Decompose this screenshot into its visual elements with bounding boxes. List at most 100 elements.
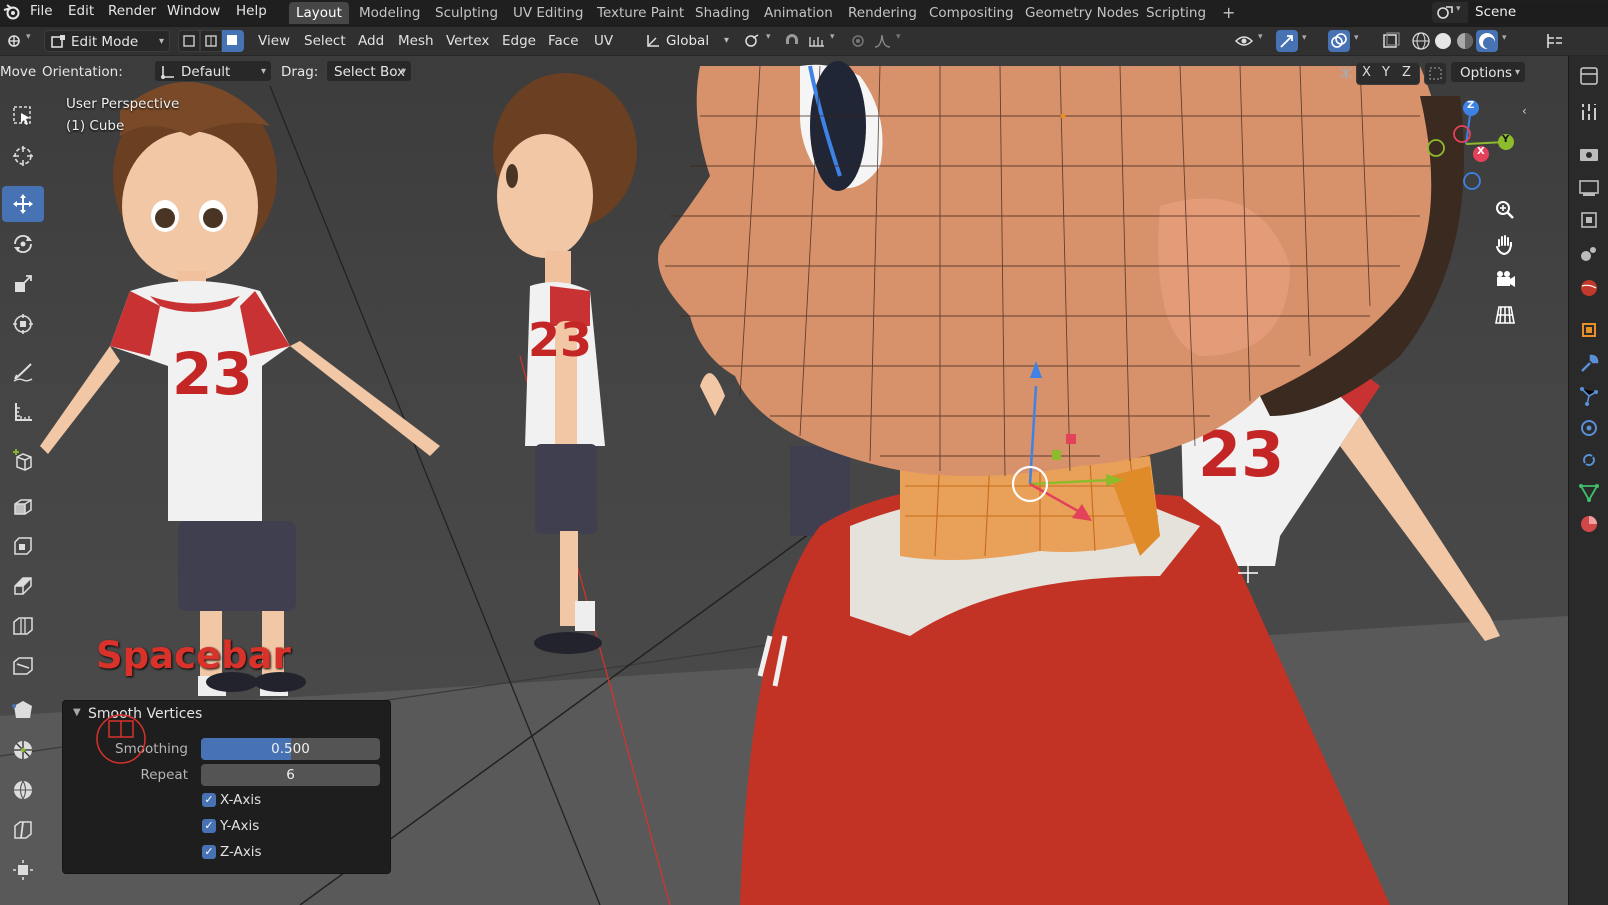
- transform-orientation-dropdown[interactable]: Global ▾: [640, 30, 734, 52]
- tool-knife[interactable]: [2, 648, 44, 684]
- menu-face[interactable]: Face: [548, 31, 579, 52]
- xray-toggle[interactable]: [1380, 30, 1402, 52]
- z-axis-checkbox[interactable]: ✓: [202, 845, 216, 859]
- tab-uv-editing[interactable]: UV Editing: [506, 2, 590, 24]
- vertex-select-mode-button[interactable]: [178, 30, 200, 52]
- repeat-field[interactable]: 6: [201, 764, 380, 786]
- menu-edge[interactable]: Edge: [502, 31, 536, 52]
- shading-rendered-button[interactable]: [1476, 30, 1498, 52]
- orientation-dropdown[interactable]: Default ▾: [154, 60, 272, 82]
- material-icon[interactable]: [1577, 512, 1601, 536]
- tool-cursor[interactable]: [2, 138, 44, 174]
- gizmo-toggle[interactable]: [1276, 30, 1298, 52]
- sidebar-expand-icon[interactable]: ‹: [1522, 104, 1527, 118]
- tool-scale[interactable]: [2, 266, 44, 302]
- zoom-button[interactable]: [1493, 198, 1517, 222]
- collapse-triangle-icon[interactable]: ▼: [73, 707, 81, 718]
- world-properties-icon[interactable]: [1577, 276, 1601, 300]
- view-layer-icon[interactable]: [1577, 208, 1601, 232]
- mirror-z-toggle[interactable]: Z: [1402, 65, 1411, 80]
- tool-transform[interactable]: [2, 306, 44, 342]
- tool-extrude[interactable]: [2, 488, 44, 524]
- topology-mirror-toggle[interactable]: [1424, 62, 1447, 85]
- tool-shrink-fatten[interactable]: [2, 852, 44, 888]
- mirror-butterfly-icon[interactable]: [1336, 63, 1356, 83]
- shading-wireframe-button[interactable]: [1410, 30, 1432, 52]
- x-axis-checkbox[interactable]: ✓: [202, 793, 216, 807]
- tool-loop-cut[interactable]: [2, 608, 44, 644]
- tool-inset[interactable]: [2, 528, 44, 564]
- editor-type-button[interactable]: ▾: [4, 30, 36, 52]
- tool-move[interactable]: [2, 186, 44, 222]
- tool-smooth[interactable]: [2, 772, 44, 808]
- camera-view-button[interactable]: [1493, 268, 1517, 292]
- mirror-y-toggle[interactable]: Y: [1382, 65, 1390, 80]
- mirror-x-toggle[interactable]: X: [1362, 65, 1371, 80]
- tab-scripting[interactable]: Scripting: [1139, 2, 1213, 24]
- menu-add[interactable]: Add: [358, 31, 384, 52]
- tool-properties-icon[interactable]: [1577, 64, 1601, 88]
- object-properties-icon[interactable]: [1577, 318, 1601, 342]
- physics-icon[interactable]: [1577, 416, 1601, 440]
- overlays-toggle[interactable]: [1328, 30, 1350, 52]
- visibility-dropdown[interactable]: ▾: [1232, 30, 1268, 52]
- tab-layout[interactable]: Layout: [289, 2, 349, 24]
- tool-wrench-icon[interactable]: [1577, 100, 1601, 124]
- tool-poly-build[interactable]: [2, 692, 44, 728]
- proportional-falloff-dropdown[interactable]: ▾: [872, 30, 906, 52]
- tool-measure[interactable]: [2, 394, 44, 430]
- add-workspace-button[interactable]: +: [1215, 2, 1242, 24]
- tool-select-box[interactable]: [2, 98, 44, 134]
- menu-file[interactable]: File: [30, 0, 53, 25]
- scene-properties-icon[interactable]: [1577, 242, 1601, 266]
- perspective-toggle-button[interactable]: [1493, 303, 1517, 327]
- tab-animation[interactable]: Animation: [757, 2, 840, 24]
- pan-button[interactable]: [1493, 233, 1517, 257]
- outliner-toggle[interactable]: [1544, 30, 1566, 52]
- scene-name-field[interactable]: Scene: [1469, 2, 1608, 23]
- menu-vertex[interactable]: Vertex: [446, 31, 489, 52]
- tab-modeling[interactable]: Modeling: [352, 2, 427, 24]
- tool-annotate[interactable]: [2, 354, 44, 390]
- face-select-mode-button[interactable]: [222, 30, 244, 52]
- tool-bevel[interactable]: [2, 568, 44, 604]
- snap-toggle[interactable]: [782, 30, 804, 52]
- menu-view[interactable]: View: [258, 31, 290, 52]
- options-dropdown[interactable]: Options ▾: [1450, 61, 1526, 83]
- edge-select-mode-button[interactable]: [200, 30, 222, 52]
- menu-uv[interactable]: UV: [594, 31, 613, 52]
- data-mesh-icon[interactable]: [1577, 480, 1601, 504]
- menu-window[interactable]: Window: [167, 0, 220, 25]
- constraints-icon[interactable]: [1577, 448, 1601, 472]
- snap-target-dropdown[interactable]: ▾: [806, 30, 840, 52]
- modifier-wrench-icon[interactable]: [1577, 352, 1601, 376]
- pivot-point-dropdown[interactable]: ▾: [742, 30, 776, 52]
- tab-geometry-nodes[interactable]: Geometry Nodes: [1018, 2, 1146, 24]
- tab-shading[interactable]: Shading: [688, 2, 757, 24]
- smoothing-slider[interactable]: 0.500: [201, 738, 380, 760]
- tab-compositing[interactable]: Compositing: [922, 2, 1021, 24]
- output-properties-icon[interactable]: [1577, 176, 1601, 200]
- shading-material-button[interactable]: [1454, 30, 1476, 52]
- tab-sculpting[interactable]: Sculpting: [428, 2, 505, 24]
- tab-texture-paint[interactable]: Texture Paint: [590, 2, 691, 24]
- menu-select[interactable]: Select: [304, 31, 346, 52]
- render-properties-icon[interactable]: [1577, 142, 1601, 166]
- menu-edit[interactable]: Edit: [68, 0, 94, 25]
- tab-rendering[interactable]: Rendering: [841, 2, 924, 24]
- tool-rotate[interactable]: [2, 226, 44, 262]
- menu-help[interactable]: Help: [236, 0, 267, 25]
- y-axis-checkbox[interactable]: ✓: [202, 819, 216, 833]
- navigation-gizmo[interactable]: Z Y X: [1416, 92, 1522, 198]
- tool-edge-slide[interactable]: [2, 812, 44, 848]
- mode-dropdown[interactable]: Edit Mode ▾: [44, 30, 170, 52]
- blender-logo-icon[interactable]: [3, 3, 21, 21]
- menu-mesh[interactable]: Mesh: [398, 31, 434, 52]
- proportional-edit-toggle[interactable]: [848, 30, 870, 52]
- drag-dropdown[interactable]: Select Box ▾: [326, 60, 412, 82]
- tool-spin[interactable]: [2, 732, 44, 768]
- particles-icon[interactable]: [1577, 384, 1601, 408]
- tool-add-cube[interactable]: [2, 442, 44, 478]
- scene-selector-button[interactable]: ▾: [1432, 2, 1468, 23]
- menu-render[interactable]: Render: [108, 0, 156, 25]
